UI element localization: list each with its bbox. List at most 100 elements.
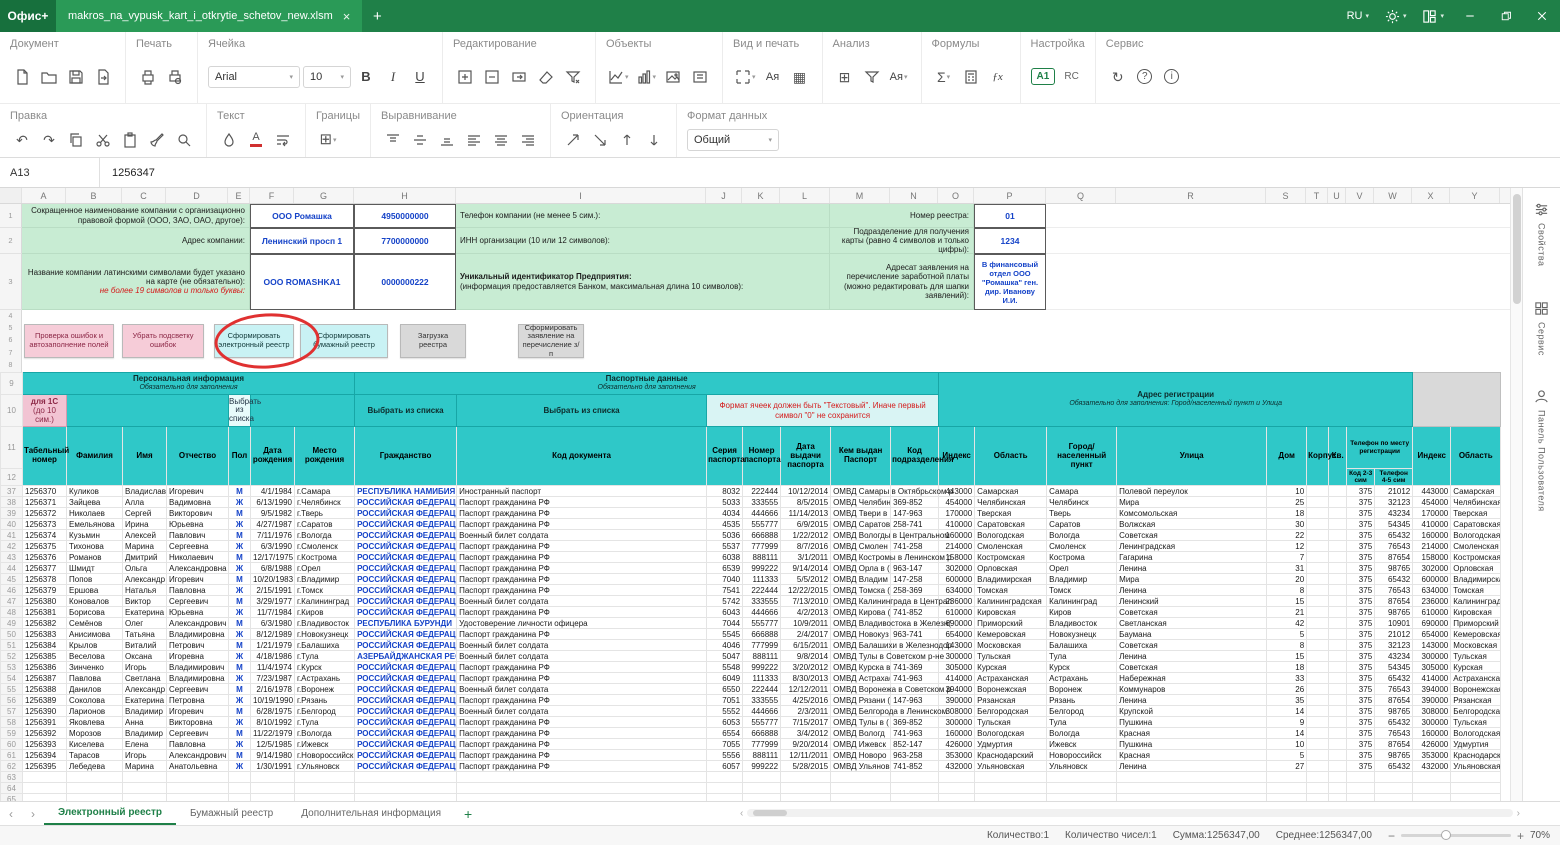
cell[interactable]: Рязанская [1451,695,1501,706]
cell[interactable] [1375,772,1413,783]
cell[interactable]: 147-963 [891,695,939,706]
app-logo[interactable]: Офис+ [0,0,56,32]
cell[interactable]: Паспорт гражданина РФ [457,673,707,684]
cell[interactable]: 10 [1267,486,1307,497]
cell[interactable]: 7040 [707,574,743,585]
cell[interactable] [123,783,167,794]
cell[interactable]: Советская [1117,607,1267,618]
cell[interactable]: 222444 [743,486,781,497]
insert-column-chart-button[interactable]: ▾ [634,64,659,90]
cell[interactable]: 1256378 [23,574,67,585]
cell[interactable]: Тула [1047,651,1117,662]
cell[interactable]: Олег [123,618,167,629]
cell[interactable] [1307,717,1329,728]
cell[interactable]: Калининград [1047,596,1117,607]
cell[interactable]: 333555 [743,596,781,607]
cell[interactable]: РОССИЙСКАЯ ФЕДЕРАЦИЯ [355,684,457,695]
cell[interactable] [1267,794,1307,801]
row-number[interactable]: 40 [1,519,23,530]
cell[interactable]: 170000 [1413,508,1451,519]
cell[interactable]: Ж [229,739,251,750]
cell[interactable]: Паспорт гражданина РФ [457,563,707,574]
cell[interactable]: М [229,508,251,519]
cell[interactable]: Вологодская [975,530,1047,541]
cell[interactable] [1329,739,1347,750]
cell[interactable]: 222444 [743,684,781,695]
cell[interactable]: Красная [1117,728,1267,739]
cell[interactable]: 5036 [707,530,743,541]
cell[interactable]: Игорь [123,662,167,673]
cell[interactable]: 7/13/2010 [781,596,831,607]
theme-button[interactable]: ▾ [1377,0,1415,32]
cell[interactable]: г.Киров [295,607,355,618]
cell[interactable]: 11/4/1974 [251,662,295,673]
cell[interactable]: РОССИЙСКАЯ ФЕДЕРАЦИЯ [355,662,457,673]
cell[interactable]: М [229,530,251,541]
cell[interactable]: 5 [1267,750,1307,761]
cell[interactable]: Виктор [123,596,167,607]
zoom-slider[interactable] [1401,834,1511,837]
cell[interactable]: Лебедева [67,761,123,772]
empty-cells[interactable] [1046,204,1510,228]
cell[interactable]: Мира [1117,574,1267,585]
cell[interactable]: 87654 [1375,739,1413,750]
column-header-L[interactable]: L [780,188,830,203]
cell[interactable]: 5047 [707,651,743,662]
cell[interactable]: Приморский [975,618,1047,629]
header-gender[interactable]: Пол [229,427,251,486]
cell[interactable]: 4046 [707,640,743,651]
cell[interactable]: 375 [1347,574,1375,585]
cell[interactable]: 6038 [707,552,743,563]
cell[interactable] [1329,585,1347,596]
cell[interactable]: Приморский [1451,618,1501,629]
cell[interactable] [1329,508,1347,519]
cell[interactable]: Марина [123,541,167,552]
cell[interactable] [1267,772,1307,783]
cell[interactable]: Юрьевна [167,607,229,618]
cell[interactable]: 394000 [1413,684,1451,695]
cell[interactable] [1307,607,1329,618]
cell[interactable] [1307,783,1329,794]
cell[interactable]: 4/1/1984 [251,486,295,497]
cell[interactable]: 25 [1267,497,1307,508]
header-doc-code[interactable]: Код документа [457,427,707,486]
cell[interactable]: 1256394 [23,750,67,761]
cell[interactable] [229,772,251,783]
cell[interactable]: АЗЕРБАЙДЖАНСКАЯ РЕСПУБЛИКА [355,651,457,662]
cell[interactable]: 300000 [1413,717,1451,728]
cell[interactable] [457,794,707,801]
cell[interactable]: Военный билет солдата [457,706,707,717]
cell[interactable]: 375 [1347,750,1375,761]
cell[interactable]: 5537 [707,541,743,552]
cell[interactable]: Ж [229,695,251,706]
cell[interactable]: 777999 [743,541,781,552]
rc-reference-toggle[interactable]: RC [1058,68,1084,85]
cell[interactable]: Рязанская [975,695,1047,706]
cell[interactable]: 3/20/2012 [781,662,831,673]
formula-input[interactable]: 1256347 [100,158,1560,187]
cell[interactable]: Игоревич [167,574,229,585]
cell[interactable]: 1256377 [23,563,67,574]
cell[interactable]: 1256370 [23,486,67,497]
cell[interactable]: 147-258 [891,574,939,585]
cell[interactable]: 98765 [1375,563,1413,574]
cell[interactable]: Ж [229,541,251,552]
header-passport-series[interactable]: Серия паспорта [707,427,743,486]
cell[interactable]: 8 [1267,585,1307,596]
cell[interactable] [295,772,355,783]
search-button[interactable] [172,127,196,153]
cell[interactable]: ОМВД Саратов [831,519,891,530]
cell[interactable]: Павлова [67,673,123,684]
column-header-E[interactable]: E [228,188,250,203]
cell[interactable]: Вологодская [1451,728,1501,739]
cell[interactable]: 2/15/1991 [251,585,295,596]
cell[interactable]: Рязань [1047,695,1117,706]
cell[interactable]: ОМВД Астраха( [831,673,891,684]
cell[interactable]: 9 [1267,717,1307,728]
cell[interactable]: 1256385 [23,651,67,662]
cell[interactable]: 7055 [707,739,743,750]
cell[interactable]: 375 [1347,585,1375,596]
cell[interactable]: 1256393 [23,739,67,750]
cell[interactable]: 375 [1347,684,1375,695]
cell[interactable] [251,794,295,801]
